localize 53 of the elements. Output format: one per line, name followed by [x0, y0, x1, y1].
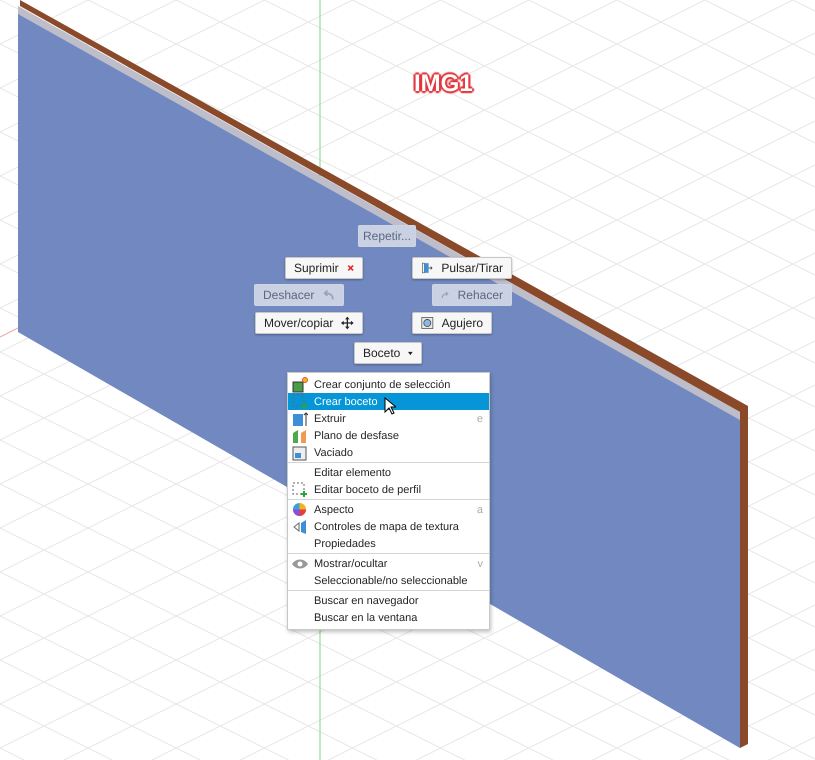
- menu-item[interactable]: Seleccionable/no seleccionable: [288, 572, 489, 589]
- menu-item-label: Mostrar/ocultar: [314, 558, 388, 570]
- move-icon: [341, 316, 354, 330]
- close-icon: [346, 262, 354, 274]
- selection-set-icon: [292, 376, 308, 392]
- menu-item[interactable]: Crear conjunto de selección: [288, 376, 489, 393]
- extrude-icon: [292, 410, 308, 426]
- marking-menu-button[interactable]: Agujero: [412, 312, 492, 334]
- image-label: IMG1: [414, 70, 473, 98]
- menu-item-label: Editar boceto de perfil: [314, 484, 422, 496]
- menu-item-label: Controles de mapa de textura: [314, 520, 459, 532]
- menu-item-label: Buscar en la ventana: [314, 612, 418, 624]
- marking-menu-button[interactable]: Pulsar/Tirar: [412, 257, 512, 279]
- marking-menu-button[interactable]: Boceto: [354, 342, 422, 364]
- caret-icon: [408, 350, 413, 356]
- menu-item[interactable]: Buscar en la ventana: [288, 609, 489, 626]
- texture-map-icon: [292, 518, 308, 534]
- menu-item-label: Crear boceto: [314, 396, 378, 408]
- undo-icon: [322, 289, 335, 301]
- menu-item[interactable]: Plano de desfase: [288, 427, 489, 444]
- sketch-icon: [292, 394, 308, 410]
- menu-item[interactable]: Buscar en navegador: [288, 592, 489, 609]
- menu-item-label: Vaciado: [314, 446, 353, 458]
- menu-item[interactable]: Aspecto a: [288, 501, 489, 518]
- push-pull-icon: [421, 260, 434, 276]
- menu-item-label: Aspecto: [314, 504, 354, 516]
- redo-icon: [441, 289, 450, 301]
- menu-item[interactable]: Propiedades: [288, 535, 489, 552]
- menu-item-label: Plano de desfase: [314, 430, 400, 442]
- menu-item-label: Buscar en navegador: [314, 594, 419, 606]
- marking-menu-button[interactable]: Suprimir: [285, 257, 363, 279]
- menu-item-label: Editar elemento: [314, 466, 392, 478]
- menu-item[interactable]: Editar elemento: [288, 464, 489, 481]
- menu-item[interactable]: Mostrar/ocultar v: [288, 555, 489, 572]
- shell-icon: [292, 444, 308, 460]
- hole-icon: [421, 315, 434, 331]
- offset-plane-icon: [292, 428, 308, 444]
- menu-item[interactable]: Controles de mapa de textura: [288, 518, 489, 535]
- menu-item-label: Seleccionable/no seleccionable: [314, 574, 468, 586]
- marking-menu-button[interactable]: Mover/copiar: [255, 312, 363, 334]
- color-wheel-icon: [292, 502, 307, 517]
- menu-item-label: Propiedades: [314, 538, 376, 550]
- menu-item-label: Extruir: [314, 412, 346, 424]
- menu-item[interactable]: Extruir e: [288, 410, 489, 427]
- cursor-icon: [384, 397, 396, 415]
- shortcut-key: v: [478, 558, 483, 570]
- shortcut-key: e: [476, 412, 483, 424]
- menu-item[interactable]: Vaciado: [288, 444, 489, 461]
- sketch-icon: [292, 482, 308, 498]
- menu-item-label: Crear conjunto de selección: [314, 378, 450, 390]
- eye-icon: [292, 558, 308, 568]
- menu-item[interactable]: Editar boceto de perfil: [288, 481, 489, 498]
- shortcut-key: a: [476, 504, 483, 516]
